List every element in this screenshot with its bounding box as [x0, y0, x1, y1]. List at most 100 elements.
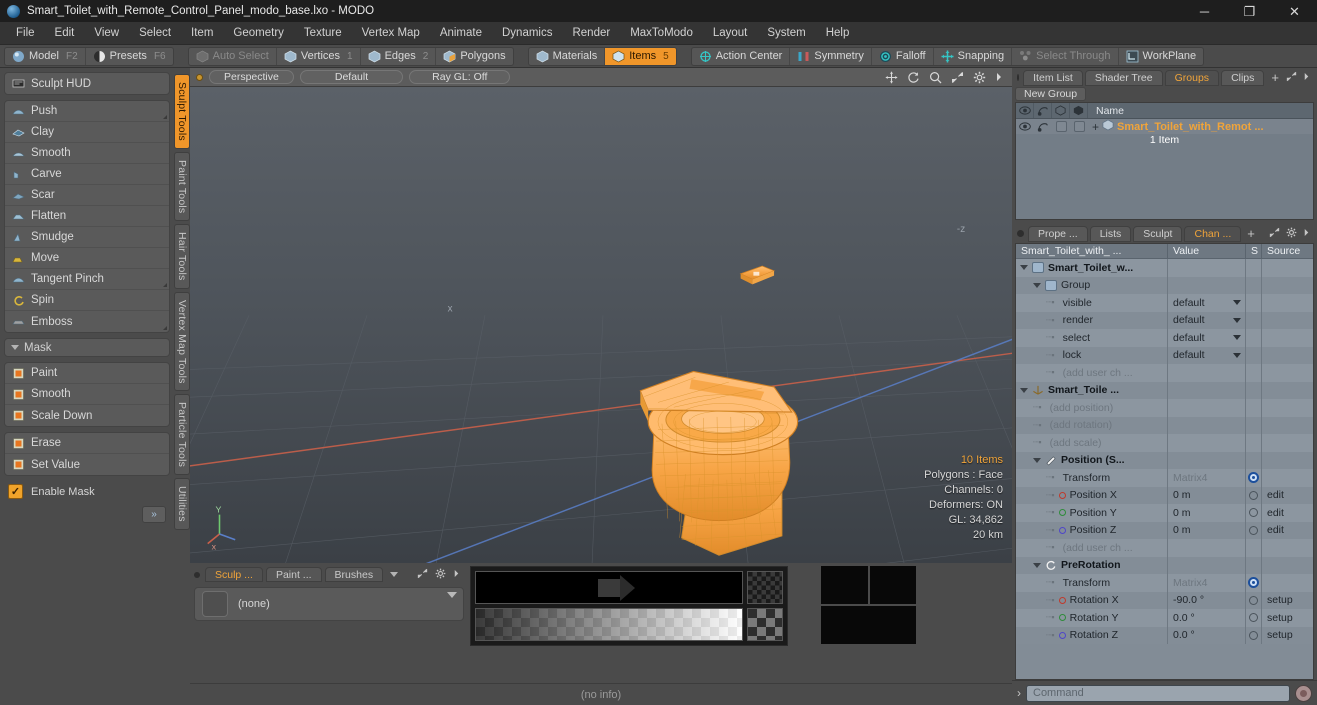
channel-row[interactable]: ┈▪ Transform Matrix4 — [1016, 574, 1313, 592]
channel-value-cell[interactable] — [1168, 381, 1246, 399]
value-swatch[interactable] — [747, 608, 783, 641]
panel-menu-dot-icon[interactable] — [194, 571, 200, 578]
pan-icon[interactable] — [885, 71, 898, 84]
auto-select-button[interactable]: Auto Select — [189, 47, 277, 65]
channel-row[interactable]: ┈▪ visible default — [1016, 294, 1313, 312]
mask-tool-paint[interactable]: Paint — [5, 363, 169, 384]
falloff-button[interactable]: Falloff — [872, 47, 934, 65]
action-center-button[interactable]: Action Center — [692, 47, 791, 65]
channel-value-cell[interactable]: Matrix4 — [1168, 469, 1246, 487]
presets-button[interactable]: Presets F6 — [86, 48, 173, 65]
channel-row[interactable]: ┈▪ Position X 0 m edit — [1016, 486, 1313, 504]
vtab-hair-tools[interactable]: Hair Tools — [174, 224, 190, 289]
fit-icon[interactable] — [951, 71, 964, 84]
channel-row[interactable]: ┈▪ Position Z 0 m edit — [1016, 521, 1313, 539]
channel-value-cell[interactable] — [1168, 364, 1246, 382]
channel-row[interactable]: Smart_Toilet_w... — [1016, 259, 1313, 277]
menu-render[interactable]: Render — [562, 22, 620, 45]
channel-row[interactable]: ┈▪ (add scale) — [1016, 434, 1313, 452]
channel-row[interactable]: PreRotation — [1016, 556, 1313, 574]
menu-layout[interactable]: Layout — [703, 22, 758, 45]
row-visibility-icon[interactable] — [1016, 119, 1034, 134]
channel-static-cell[interactable] — [1246, 574, 1262, 592]
tool-clay[interactable]: Clay — [5, 122, 169, 143]
gear-icon[interactable] — [973, 71, 986, 84]
vertices-button[interactable]: Vertices 1 — [277, 47, 361, 65]
brush-selector[interactable]: (none) — [194, 587, 464, 621]
channel-value-cell[interactable] — [1168, 539, 1246, 557]
chevron-down-icon[interactable] — [1233, 352, 1241, 358]
channel-row[interactable]: ┈▪ (add user ch ... — [1016, 539, 1313, 557]
tool-carve[interactable]: Carve — [5, 164, 169, 185]
channel-value-cell[interactable]: default — [1168, 346, 1246, 364]
tab-channels[interactable]: Chan ... — [1184, 225, 1242, 242]
radio-on-icon[interactable] — [1248, 472, 1259, 484]
gear-icon[interactable] — [435, 568, 446, 582]
menu-maxtomodo[interactable]: MaxToModo — [620, 22, 703, 45]
menu-dynamics[interactable]: Dynamics — [492, 22, 562, 45]
channel-row[interactable]: ┈▪ (add rotation) — [1016, 416, 1313, 434]
radio-on-icon[interactable] — [1248, 577, 1259, 589]
mask-section-header[interactable]: Mask — [4, 338, 170, 357]
groups-list-body[interactable]: + Smart_Toilet_with_Remot ... 1 Item — [1016, 119, 1313, 219]
materials-button[interactable]: Materials — [529, 47, 606, 65]
close-button[interactable]: ✕ — [1272, 0, 1317, 22]
mask-tool-smooth[interactable]: Smooth — [5, 384, 169, 405]
new-group-button[interactable]: New Group — [1015, 87, 1087, 101]
channel-row[interactable]: ┈▪ (add user ch ... — [1016, 364, 1313, 382]
twirl-down-icon[interactable] — [1020, 387, 1028, 393]
viewport-menu-dot-icon[interactable] — [196, 73, 203, 81]
channel-static-cell[interactable] — [1246, 434, 1262, 452]
channel-row[interactable]: ┈▪ (add position) — [1016, 399, 1313, 417]
channel-value-cell[interactable]: 0 m — [1168, 521, 1246, 539]
tab-lists[interactable]: Lists — [1089, 225, 1132, 242]
channel-value-cell[interactable] — [1168, 276, 1246, 294]
channel-static-cell[interactable] — [1246, 451, 1262, 469]
channel-static-cell[interactable] — [1246, 521, 1262, 539]
tab-item-list[interactable]: Item List — [1023, 69, 1083, 86]
tool-spin[interactable]: Spin — [5, 290, 169, 311]
workplane-button[interactable]: WorkPlane — [1119, 48, 1204, 65]
radio-off-icon[interactable] — [1249, 613, 1258, 623]
snapping-button[interactable]: Snapping — [934, 47, 1013, 65]
channel-static-cell[interactable] — [1246, 259, 1262, 277]
mask-tool-scale-down[interactable]: Scale Down — [5, 405, 169, 426]
viewport-projection-button[interactable]: Perspective — [209, 70, 294, 84]
radio-off-icon[interactable] — [1249, 630, 1258, 640]
row-select-checkbox[interactable] — [1052, 119, 1070, 134]
menu-edit[interactable]: Edit — [45, 22, 85, 45]
tab-sculpt-brush[interactable]: Sculp ... — [205, 567, 263, 582]
falloff-preview[interactable] — [475, 571, 743, 604]
sculpt-hud-button[interactable]: Sculpt HUD — [5, 73, 169, 94]
channel-static-cell[interactable] — [1246, 486, 1262, 504]
menu-file[interactable]: File — [6, 22, 45, 45]
radio-off-icon[interactable] — [1249, 595, 1258, 605]
chevron-down-icon[interactable] — [1233, 335, 1241, 341]
twirl-down-icon[interactable] — [1033, 282, 1041, 288]
preview-cell[interactable] — [821, 566, 868, 604]
panel-more-icon[interactable] — [453, 569, 460, 581]
maximize-panel-icon[interactable] — [417, 568, 428, 582]
command-input[interactable] — [1026, 684, 1290, 702]
tab-shader-tree[interactable]: Shader Tree — [1084, 69, 1163, 86]
tab-groups[interactable]: Groups — [1164, 69, 1220, 86]
menu-system[interactable]: System — [757, 22, 815, 45]
expand-group-icon[interactable]: + — [1092, 120, 1099, 134]
symmetry-button[interactable]: Symmetry — [790, 47, 872, 65]
channel-row[interactable]: Position (S... — [1016, 451, 1313, 469]
minimize-button[interactable]: ─ — [1182, 0, 1227, 22]
channel-static-cell[interactable] — [1246, 346, 1262, 364]
chevron-down-icon[interactable] — [447, 592, 457, 598]
tool-push[interactable]: Push — [5, 101, 169, 122]
vtab-sculpt-tools[interactable]: Sculpt Tools — [174, 74, 190, 149]
tool-smooth[interactable]: Smooth — [5, 143, 169, 164]
channel-value-cell[interactable] — [1168, 556, 1246, 574]
menu-animate[interactable]: Animate — [430, 22, 492, 45]
twirl-down-icon[interactable] — [1033, 457, 1041, 463]
channel-static-cell[interactable] — [1246, 504, 1262, 522]
viewport-raygl-button[interactable]: Ray GL: Off — [409, 70, 511, 84]
enable-mask-row[interactable]: ✓ Enable Mask — [4, 481, 170, 502]
channel-value-cell[interactable] — [1168, 434, 1246, 452]
edges-button[interactable]: Edges 2 — [361, 47, 437, 65]
channel-static-cell[interactable] — [1246, 626, 1262, 644]
